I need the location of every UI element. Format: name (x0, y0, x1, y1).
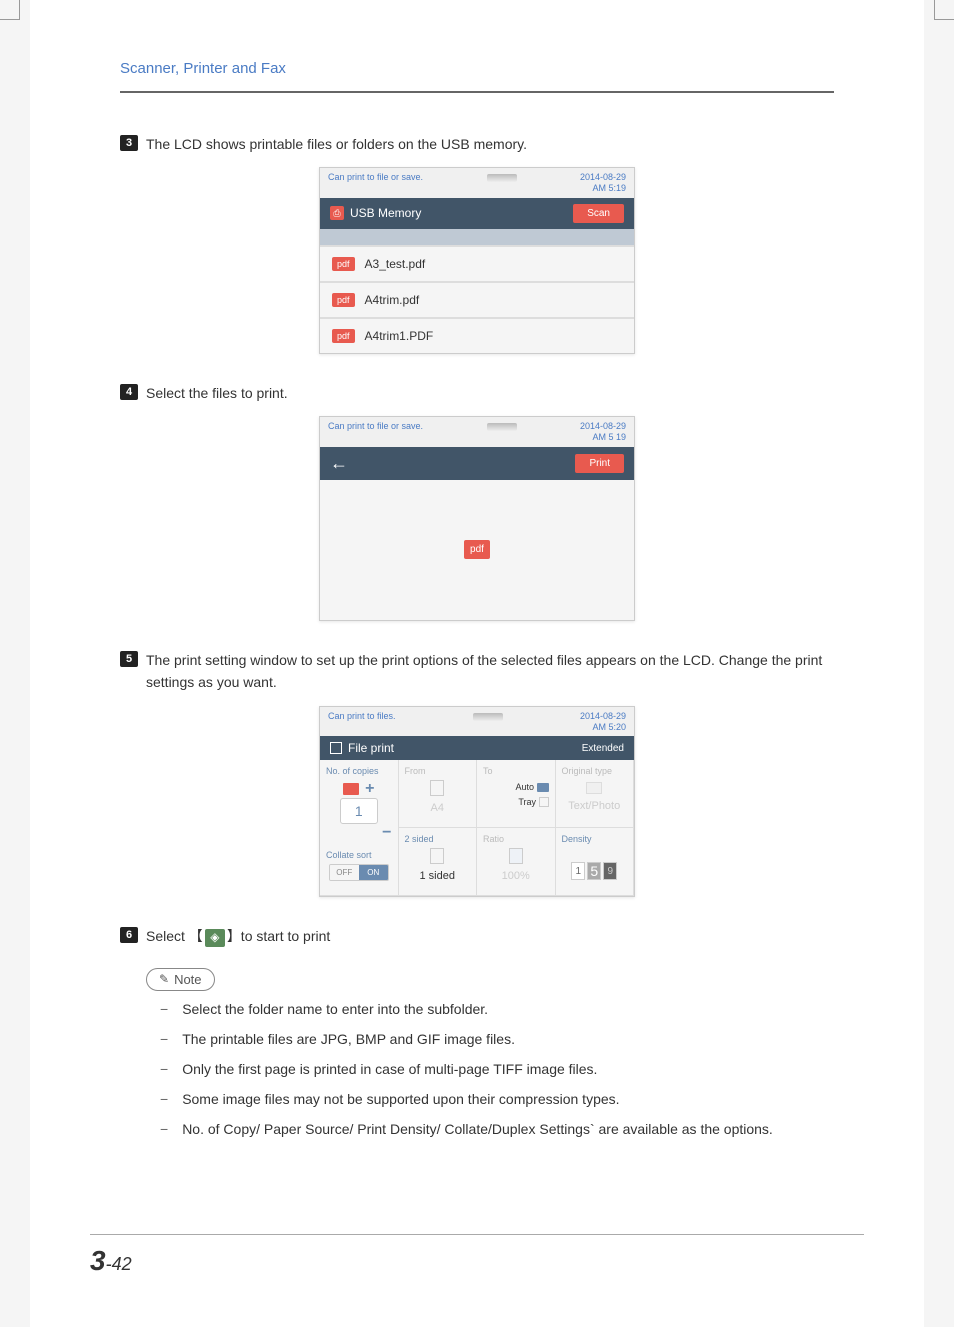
step-text: Select 【◈】to start to print (146, 925, 330, 947)
lcd-handle-icon (487, 423, 517, 431)
minus-icon[interactable]: − (382, 824, 391, 841)
toggle-on: ON (359, 865, 388, 880)
note-item: − Some image files may not be supported … (160, 1091, 834, 1107)
lcd-handle-icon (487, 174, 517, 182)
lcd-handle-icon (473, 713, 503, 721)
file-name: A4trim.pdf (365, 293, 420, 307)
density-min: 1 (571, 862, 585, 880)
note-item: − Select the folder name to enter into t… (160, 1001, 834, 1017)
from-label: From (405, 766, 471, 776)
chapter-number: 3 (90, 1245, 106, 1276)
crop-mark (934, 0, 954, 20)
lcd-time: AM 5:19 (592, 183, 626, 193)
lcd-time: AM 5 19 (592, 432, 626, 442)
original-type-label: Original type (562, 766, 628, 776)
step-number: 6 (120, 927, 138, 943)
note-item: − No. of Copy/ Paper Source/ Print Densi… (160, 1121, 834, 1137)
dash-icon: − (160, 1121, 168, 1137)
step-text: The print setting window to set up the p… (146, 649, 834, 694)
lcd-title: USB Memory (350, 206, 421, 220)
collate-label: Collate sort (326, 850, 392, 860)
path-bar (320, 229, 634, 245)
copy-count: 1 (340, 798, 378, 824)
pdf-icon: pdf (464, 540, 490, 559)
lcd-screenshot-print-settings: Can print to files. 2014-08-29 AM 5:20 F… (319, 706, 635, 898)
document-icon (330, 742, 342, 754)
step-number: 3 (120, 135, 138, 151)
crop-mark (0, 0, 20, 20)
step-number: 5 (120, 651, 138, 667)
page-footer: 3-42 (90, 1234, 864, 1277)
original-type-icon (586, 782, 602, 794)
section-header: Scanner, Printer and Fax (120, 60, 834, 93)
from-value: A4 (405, 802, 471, 814)
lcd-date: 2014-08-29 (580, 172, 626, 182)
density-mid: 5 (587, 862, 601, 880)
dash-icon: − (160, 1031, 168, 1047)
density-label: Density (562, 834, 628, 844)
sided-label: 2 sided (405, 834, 471, 844)
print-button[interactable]: Print (575, 454, 624, 473)
dash-icon: − (160, 1061, 168, 1077)
note-item: − Only the first page is printed in case… (160, 1061, 834, 1077)
file-name: A3_test.pdf (365, 257, 426, 271)
auto-label: Auto (515, 782, 534, 792)
pdf-icon: pdf (332, 329, 355, 343)
tray-select-icon (539, 797, 549, 807)
lcd-screenshot-file-selected: Can print to file or save. 2014-08-29 AM… (319, 416, 635, 621)
usb-icon: ⎙ (330, 206, 344, 220)
file-row[interactable]: pdf A4trim1.PDF (320, 317, 634, 353)
lcd-status-text: Can print to file or save. (328, 421, 423, 443)
file-row[interactable]: pdf A4trim.pdf (320, 281, 634, 317)
scan-button[interactable]: Scan (573, 204, 624, 223)
lcd-screenshot-usb-list: Can print to file or save. 2014-08-29 AM… (319, 167, 635, 354)
step-text: Select the files to print. (146, 382, 288, 404)
ratio-value: 100% (483, 870, 549, 882)
ratio-icon (509, 848, 523, 864)
step-text: The LCD shows printable files or folders… (146, 133, 527, 155)
density-max: 9 (603, 862, 617, 880)
tray-label: Tray (518, 797, 536, 807)
lcd-date: 2014-08-29 (580, 421, 626, 431)
auto-icon (537, 783, 549, 792)
copies-label: No. of copies (326, 766, 392, 776)
note-label: Note (174, 972, 201, 987)
tray-icon (343, 783, 359, 795)
note-item: − The printable files are JPG, BMP and G… (160, 1031, 834, 1047)
lcd-date: 2014-08-29 (580, 711, 626, 721)
dash-icon: − (160, 1091, 168, 1107)
collate-toggle[interactable]: OFF ON (329, 864, 389, 881)
file-row[interactable]: pdf A3_test.pdf (320, 245, 634, 281)
pdf-icon: pdf (332, 293, 355, 307)
dash-icon: − (160, 1001, 168, 1017)
ratio-label: Ratio (483, 834, 549, 844)
pdf-icon: pdf (332, 257, 355, 271)
sided-icon (430, 848, 444, 864)
pencil-icon: ✎ (159, 972, 169, 986)
back-arrow-icon[interactable]: ← (330, 453, 348, 474)
density-scale[interactable]: 1 5 9 (562, 862, 628, 880)
lcd-time: AM 5:20 (592, 722, 626, 732)
lcd-status-text: Can print to file or save. (328, 172, 423, 194)
paper-icon (430, 780, 444, 796)
page-number: -42 (106, 1254, 132, 1274)
original-type-value: Text/Photo (562, 800, 628, 812)
step-number: 4 (120, 384, 138, 400)
toggle-off: OFF (330, 865, 359, 880)
sided-value: 1 sided (405, 870, 471, 882)
to-label: To (483, 766, 549, 776)
note-badge: ✎ Note (146, 968, 215, 991)
lcd-status-text: Can print to files. (328, 711, 396, 733)
settings-title: File print (348, 741, 394, 755)
file-name: A4trim1.PDF (365, 329, 434, 343)
plus-icon[interactable]: + (365, 780, 374, 798)
start-button-icon: ◈ (205, 929, 225, 947)
extended-button[interactable]: Extended (582, 743, 624, 754)
